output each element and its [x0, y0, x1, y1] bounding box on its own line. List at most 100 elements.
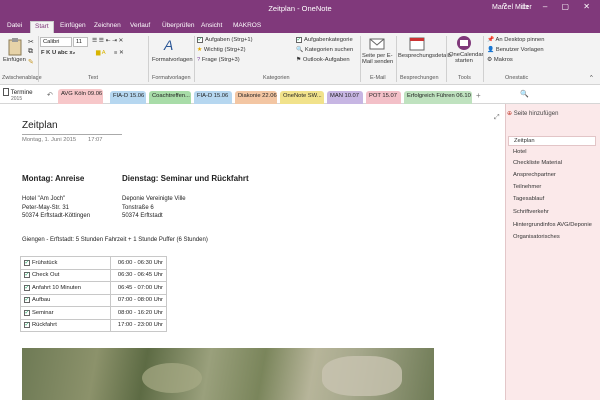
group-label-tags: Kategorien — [263, 75, 290, 81]
section-tab-onenote-sw[interactable]: OneNote SW... — [280, 91, 324, 104]
page-item[interactable]: Teilnehmer — [513, 184, 541, 190]
page-item-zeitplan[interactable]: Zeitplan — [508, 136, 596, 146]
add-page-button[interactable]: ⊕ Seite hinzufügen — [507, 110, 558, 117]
group-label-tools: Tools — [458, 75, 471, 81]
page-date: Montag, 1. Juni 2015 — [22, 137, 77, 143]
table-row: Frühstück06:00 - 06:30 Uhr — [20, 256, 167, 270]
monday-heading: Montag: Anreise — [22, 174, 85, 183]
tab-start[interactable]: Start — [30, 21, 54, 33]
tab-makros[interactable]: MAKROS — [229, 21, 265, 30]
page-title[interactable]: Zeitplan — [22, 120, 58, 131]
checkbox[interactable] — [24, 297, 30, 304]
checkbox[interactable] — [24, 309, 30, 316]
group-label-meetings: Besprechungen — [400, 75, 439, 81]
section-tab-pot[interactable]: POT 15.07 — [366, 91, 401, 104]
tab-einfuegen[interactable]: Einfügen — [56, 21, 90, 30]
route-info: Giengen - Erftstadt: 5 Stunden Fahrzeit … — [22, 237, 208, 243]
page-item[interactable]: Schriftverkehr — [513, 209, 549, 215]
divider — [38, 36, 39, 82]
expand-icon[interactable]: ⤢ — [494, 114, 500, 122]
divider — [483, 36, 484, 82]
notebook-icon — [3, 88, 9, 96]
schedule-table: Frühstück06:00 - 06:30 Uhr Check Out06:3… — [20, 256, 167, 332]
aerial-map-image — [22, 348, 434, 400]
cut-icon[interactable]: ✂ — [28, 38, 34, 46]
checkbox[interactable] — [24, 284, 30, 291]
tab-verlauf[interactable]: Verlauf — [126, 21, 154, 30]
format-buttons[interactable]: F K U abc x₂ — [41, 50, 75, 56]
task-category-button[interactable]: Aufgabenkategorie — [296, 37, 353, 43]
section-tab-diakonie[interactable]: Diakonie 22.06 — [235, 91, 277, 104]
email-page-button[interactable]: Seite per E- Mail senden — [362, 53, 393, 65]
notebook-name: Termine — [10, 89, 33, 96]
page-time: 17:07 — [88, 137, 103, 143]
paste-button[interactable]: Einfügen — [3, 57, 26, 63]
group-label-clipboard: Zwischenablage — [2, 75, 42, 81]
highlight-icon[interactable]: ▆ A — [96, 50, 106, 56]
table-row: Check Out06:30 - 06:45 Uhr — [20, 268, 167, 282]
macros-button[interactable]: ⚙ Makros — [487, 57, 513, 63]
back-icon[interactable]: ↶ — [47, 91, 53, 99]
divider — [446, 36, 447, 82]
styles-icon[interactable]: A — [164, 37, 173, 53]
section-tab-fia-d[interactable]: FIA-D 15.06 — [110, 91, 146, 104]
section-tab-man[interactable]: MAN 10.07 — [327, 91, 363, 104]
font-name-select[interactable]: Calibri — [40, 37, 72, 47]
section-tab-avg-koeln[interactable]: AVG Köln 09.06 — [58, 89, 103, 104]
page-item[interactable]: Organisatorisches — [513, 234, 560, 240]
ribbon-tabs: Datei Start Einfügen Zeichnen Verlauf Üb… — [0, 19, 600, 33]
page-item[interactable]: Hintergrundinfos AVG/Deponie — [513, 222, 592, 228]
checkbox[interactable] — [24, 322, 30, 329]
divider — [148, 36, 149, 82]
tuesday-heading: Dienstag: Seminar und Rückfahrt — [122, 174, 249, 183]
tag-frage[interactable]: ? Frage (Strg+3) — [197, 57, 240, 63]
group-label-styles: Formatvorlagen — [152, 75, 191, 81]
paste-icon[interactable] — [6, 37, 24, 57]
ribbon: Einfügen ✂ ⧉ ✎ Zwischenablage Calibri 11… — [0, 33, 600, 85]
tab-ansicht[interactable]: Ansicht — [197, 21, 226, 30]
page-item[interactable]: Hotel — [513, 149, 527, 155]
align-buttons[interactable]: ≡ ✕ — [114, 50, 124, 56]
table-row: Seminar08:00 - 16:20 Uhr — [20, 306, 167, 320]
title-underline — [22, 134, 122, 135]
email-icon[interactable] — [369, 37, 385, 51]
meeting-details-button[interactable]: Besprechungsdetails — [398, 53, 452, 59]
gear-icon: ⚙ — [487, 57, 493, 63]
section-tab-erfolgreich-fuehren[interactable]: Erfolgreich Führen 06.10 — [404, 91, 472, 104]
font-size-select[interactable]: 11 — [73, 37, 88, 47]
add-icon: ⊕ — [507, 111, 513, 117]
tab-datei[interactable]: Datei — [3, 21, 26, 30]
table-row: Rückfahrt17:00 - 23:00 Uhr — [20, 318, 167, 332]
checkbox[interactable] — [24, 272, 30, 279]
tag-wichtig[interactable]: ★ Wichtig (Strg+2) — [197, 47, 246, 53]
list-buttons[interactable]: ☰ ☰ ⇤ ⇥ ✕ — [92, 38, 123, 44]
tab-zeichnen[interactable]: Zeichnen — [90, 21, 125, 30]
divider — [396, 36, 397, 82]
section-tab-fia-d-2[interactable]: FIA-D 15.06 — [194, 91, 232, 104]
window-controls[interactable]: ? ▭ – ▢ ✕ — [502, 2, 596, 11]
page-item[interactable]: Ansprechpartner — [513, 172, 556, 178]
search-icon[interactable]: 🔍 — [520, 90, 529, 98]
meeting-details-icon[interactable] — [409, 37, 425, 51]
find-tags-button[interactable]: 🔍 Kategorien suchen — [296, 47, 353, 53]
checkbox[interactable] — [24, 259, 30, 266]
divider — [194, 36, 195, 82]
user-icon: 👤 — [487, 47, 495, 53]
notebook-selector[interactable]: Termine 2015 — [3, 88, 43, 104]
dock-button[interactable]: 📌 An Desktop pinnen — [487, 37, 545, 43]
styles-button[interactable]: Formatvorlagen — [152, 57, 193, 63]
copy-icon[interactable]: ⧉ — [28, 48, 33, 56]
tag-aufgaben[interactable]: Aufgaben (Strg+1) — [197, 37, 253, 43]
add-section-button[interactable]: + — [476, 91, 481, 100]
outlook-tasks-button[interactable]: ⚑ Outlook-Aufgaben — [296, 57, 350, 63]
section-tab-coachtreffen[interactable]: Coachtreffen... — [149, 91, 191, 104]
page-item[interactable]: Tagesablauf — [513, 196, 544, 202]
page-item[interactable]: Checkliste Material — [513, 160, 562, 166]
user-templates-button[interactable]: 👤 Benutzer Vorlagen — [487, 47, 544, 53]
format-painter-icon[interactable]: ✎ — [28, 58, 34, 66]
collapse-ribbon-icon[interactable]: ^ — [590, 75, 593, 81]
onecalendar-button[interactable]: OneCalendar starten — [449, 52, 483, 64]
group-label-onestatic: Onestatic — [505, 75, 529, 81]
onecalendar-icon[interactable] — [456, 35, 472, 51]
tab-ueberpruefen[interactable]: Überprüfen — [158, 21, 199, 30]
